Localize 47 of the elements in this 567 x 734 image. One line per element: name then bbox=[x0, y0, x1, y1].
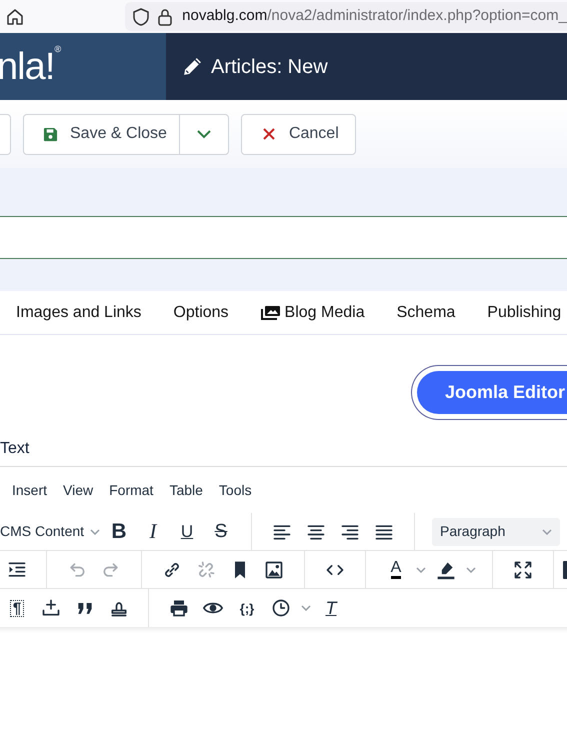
clear-formatting-button[interactable]: T bbox=[326, 599, 336, 617]
home-icon[interactable] bbox=[5, 6, 25, 26]
menu-item[interactable]: Insert bbox=[4, 473, 56, 507]
save-close-button[interactable]: Save & Close bbox=[24, 114, 180, 154]
lock-icon bbox=[156, 6, 174, 26]
page-title: Articles: New bbox=[211, 54, 328, 80]
url-text: novablg.com/nova2/administrator/index.php?option=com_ bbox=[182, 6, 567, 26]
strikethrough-button[interactable]: S bbox=[214, 522, 228, 541]
fullscreen-icon[interactable] bbox=[513, 560, 533, 580]
block-format-select[interactable]: Paragraph bbox=[432, 518, 560, 546]
caret-icon bbox=[542, 528, 552, 534]
tab[interactable]: Options bbox=[157, 291, 245, 334]
bold-button[interactable]: B bbox=[111, 521, 127, 542]
code-sample-button[interactable]: {;} bbox=[240, 602, 254, 614]
images-icon bbox=[260, 304, 281, 320]
pencil-icon bbox=[182, 56, 203, 77]
format-dropdown[interactable]: CMS Content bbox=[0, 513, 102, 550]
tab[interactable]: Blog Media bbox=[244, 291, 381, 334]
indent-icon[interactable] bbox=[7, 560, 27, 580]
cancel-button[interactable]: Cancel bbox=[240, 114, 356, 154]
chevron-down-icon bbox=[196, 129, 212, 139]
caret-icon[interactable] bbox=[416, 566, 426, 572]
menu-item[interactable]: Format bbox=[101, 473, 162, 507]
show-blocks-button[interactable]: ¶ bbox=[10, 600, 24, 616]
caret-icon bbox=[90, 528, 100, 534]
underline-button[interactable]: U bbox=[180, 523, 194, 540]
close-icon bbox=[262, 128, 275, 140]
highlighter-icon[interactable] bbox=[436, 560, 456, 580]
clock-icon[interactable] bbox=[271, 598, 291, 618]
print-icon[interactable] bbox=[169, 598, 189, 618]
tab[interactable]: Schema bbox=[380, 291, 472, 334]
italic-button[interactable]: I bbox=[150, 521, 156, 542]
title-field[interactable] bbox=[0, 216, 567, 259]
tab[interactable]: Images and Links bbox=[0, 291, 158, 334]
shield-icon bbox=[132, 6, 150, 26]
image-icon[interactable] bbox=[264, 560, 284, 580]
field-label: Text bbox=[0, 441, 30, 457]
caret-icon[interactable] bbox=[466, 566, 476, 572]
menu-item[interactable]: Tools bbox=[210, 473, 260, 507]
text-color-button[interactable]: A bbox=[390, 560, 402, 579]
insert-icon[interactable] bbox=[41, 598, 61, 618]
menu-item[interactable]: Table bbox=[161, 473, 211, 507]
editor-toggle-button[interactable]: Joomla Editor bbox=[417, 371, 567, 414]
tab[interactable]: Publishing bbox=[471, 291, 567, 334]
caret-icon[interactable] bbox=[301, 605, 311, 611]
menu-item[interactable]: View bbox=[55, 473, 102, 507]
address-bar[interactable]: novablg.com/nova2/administrator/index.php?option=com_ bbox=[125, 2, 567, 31]
